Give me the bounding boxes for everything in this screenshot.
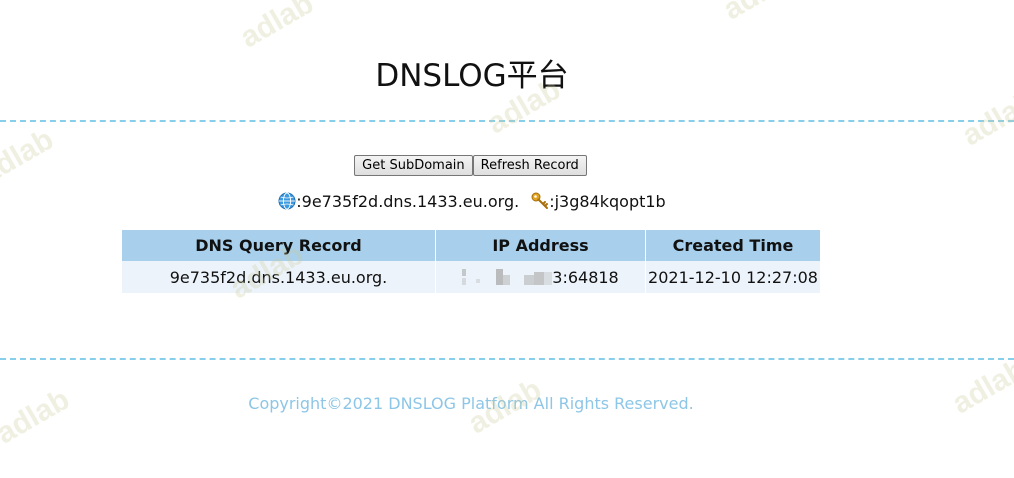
watermark: adlab — [234, 0, 320, 55]
subdomain-text: :9e735f2d.dns.1433.eu.org. — [296, 192, 520, 211]
column-header-dns-query-record: DNS Query Record — [122, 230, 436, 261]
page-title: DNSLOG平台 — [375, 58, 569, 94]
redacted-ip-pixelation — [462, 268, 553, 285]
watermark: adlab — [0, 382, 76, 451]
created-time-cell: 2021-12-10 12:27:08 — [645, 261, 820, 293]
watermark: adlab — [718, 0, 803, 27]
key-icon — [531, 192, 549, 210]
copyright-text: Copyright©2021 DNSLOG Platform All Right… — [248, 394, 694, 413]
top-divider — [0, 120, 1014, 122]
dns-records-table: DNS Query Record IP Address Created Time… — [122, 230, 820, 293]
dns-query-record-cell: 9e735f2d.dns.1433.eu.org. — [122, 261, 436, 293]
get-subdomain-button[interactable]: Get SubDomain — [354, 155, 473, 176]
refresh-record-button[interactable]: Refresh Record — [472, 155, 587, 176]
watermark: adlab — [946, 352, 1014, 421]
subdomain-info: :9e735f2d.dns.1433.eu.org. :j3g84kqopt1b — [0, 192, 944, 211]
table-row: 9e735f2d.dns.1433.eu.org. 3:64818 2021-1… — [122, 261, 820, 293]
watermark: adlab — [956, 84, 1014, 153]
bottom-divider — [0, 358, 1014, 360]
column-header-ip-address: IP Address — [435, 230, 646, 261]
table-header-row: DNS Query Record IP Address Created Time — [122, 230, 820, 261]
ip-address-cell: 3:64818 — [435, 261, 646, 293]
globe-icon — [278, 192, 296, 210]
column-header-created-time: Created Time — [645, 230, 820, 261]
button-row: Get SubDomain Refresh Record — [0, 155, 941, 176]
token-text: :j3g84kqopt1b — [549, 192, 666, 211]
ip-address-visible-text: 3:64818 — [552, 267, 619, 287]
